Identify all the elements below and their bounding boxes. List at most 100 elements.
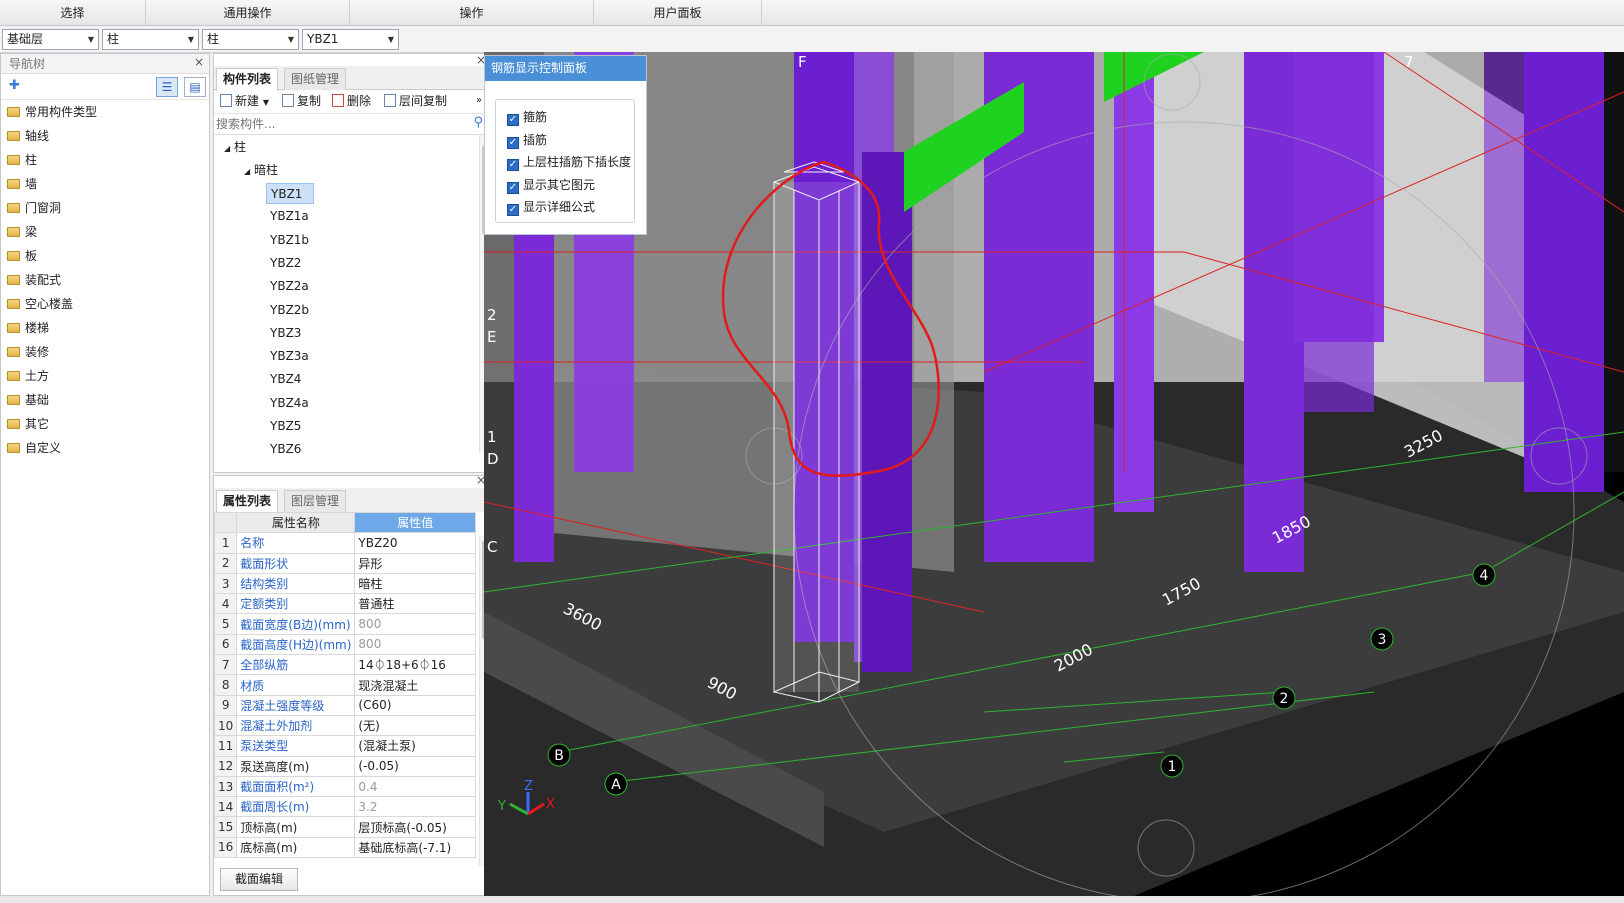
ribbon-tab-select[interactable]: 选择: [0, 0, 146, 26]
checkbox-checked-icon[interactable]: ✓: [507, 114, 519, 126]
more-icon[interactable]: »: [476, 90, 482, 112]
list-view-icon[interactable]: ☰: [156, 77, 178, 97]
delete-button[interactable]: 删除: [332, 90, 371, 112]
rebar-option-checkbox[interactable]: ✓ 插筋: [507, 130, 547, 150]
tab-component-list[interactable]: 构件列表: [216, 68, 279, 91]
component-item[interactable]: YBZ4: [266, 369, 305, 390]
component-item[interactable]: YBZ2: [266, 253, 305, 274]
component-item[interactable]: YBZ4a: [266, 393, 313, 414]
property-row[interactable]: 1 名称 YBZ20: [213, 532, 476, 554]
ribbon-tab-user-panel[interactable]: 用户面板: [594, 0, 762, 26]
section-edit-button[interactable]: 截面编辑: [220, 868, 298, 891]
property-value[interactable]: 异形: [354, 552, 476, 574]
tab-property-list[interactable]: 属性列表: [216, 490, 279, 513]
component-item[interactable]: YBZ1: [266, 183, 314, 204]
nav-item[interactable]: 装配式: [1, 268, 209, 292]
nav-item[interactable]: 装修: [1, 340, 209, 364]
folder-icon: [7, 443, 20, 453]
property-row[interactable]: 9 混凝土强度等级 (C60): [213, 694, 476, 716]
nav-item[interactable]: 墙: [1, 172, 209, 196]
rebar-option-checkbox[interactable]: ✓ 显示其它图元: [507, 175, 595, 195]
property-value[interactable]: 基础底标高(-7.1): [354, 836, 476, 859]
tree-group[interactable]: ◢ 暗柱: [244, 160, 278, 181]
property-name: 混凝土强度等级: [236, 694, 356, 716]
new-button[interactable]: 新建 ▼: [220, 90, 269, 112]
checkbox-checked-icon[interactable]: ✓: [507, 204, 519, 216]
status-bar: [0, 896, 1624, 903]
property-row[interactable]: 6 截面高度(H边)(mm) 800: [213, 633, 476, 656]
property-value[interactable]: YBZ20: [354, 532, 476, 554]
property-row[interactable]: 13 截面面积(m²) 0.4: [213, 775, 476, 798]
nav-item[interactable]: 梁: [1, 220, 209, 244]
nav-item[interactable]: 空心楼盖: [1, 292, 209, 316]
checkbox-checked-icon[interactable]: ✓: [507, 181, 519, 194]
floor-copy-button[interactable]: 层间复制: [384, 90, 447, 112]
property-row[interactable]: 15 顶标高(m) 层顶标高(-0.05): [213, 816, 476, 838]
property-value[interactable]: (-0.05): [354, 755, 476, 777]
property-value[interactable]: 暗柱: [354, 572, 476, 595]
search-input[interactable]: [216, 115, 466, 133]
component-item[interactable]: YBZ6: [266, 439, 305, 460]
nav-item[interactable]: 轴线: [1, 124, 209, 148]
property-value[interactable]: 0.4: [354, 775, 476, 798]
property-value[interactable]: 800: [354, 613, 476, 635]
property-value[interactable]: (混凝土泵): [354, 735, 476, 757]
property-row[interactable]: 14 截面周长(m) 3.2: [213, 796, 476, 818]
tab-layer-manage[interactable]: 图层管理: [284, 490, 347, 512]
rebar-option-checkbox[interactable]: ✓ 显示详细公式: [507, 197, 595, 217]
property-row[interactable]: 7 全部纵筋 14⏀18+6⏀16: [213, 654, 476, 676]
property-row[interactable]: 3 结构类别 暗柱: [213, 572, 476, 595]
component-select[interactable]: YBZ1 ▼: [302, 29, 399, 50]
property-value[interactable]: (C60): [354, 694, 476, 716]
component-item[interactable]: YBZ3a: [266, 346, 313, 367]
component-item[interactable]: YBZ2a: [266, 276, 313, 297]
checkbox-checked-icon[interactable]: ✓: [507, 136, 519, 149]
component-item[interactable]: YBZ2b: [266, 300, 313, 321]
close-icon[interactable]: ×: [194, 55, 204, 69]
ribbon-tab-common[interactable]: 通用操作: [146, 0, 350, 26]
nav-item[interactable]: 板: [1, 244, 209, 268]
property-row[interactable]: 2 截面形状 异形: [213, 552, 476, 574]
property-value[interactable]: 层顶标高(-0.05): [354, 816, 476, 838]
property-value[interactable]: (无): [354, 714, 476, 737]
property-value[interactable]: 现浇混凝土: [354, 674, 476, 696]
property-row[interactable]: 8 材质 现浇混凝土: [213, 674, 476, 696]
property-row[interactable]: 12 泵送高度(m) (-0.05): [213, 755, 476, 777]
card-view-icon[interactable]: ▤: [184, 77, 206, 97]
property-value[interactable]: 14⏀18+6⏀16: [354, 654, 476, 676]
tab-drawing-manage[interactable]: 图纸管理: [284, 68, 347, 90]
property-row[interactable]: 11 泵送类型 (混凝土泵): [213, 735, 476, 757]
nav-item[interactable]: 楼梯: [1, 316, 209, 340]
3d-viewport[interactable]: F 7 2 E 1 D C B A 4 3 2 1 3600 900 2000 …: [484, 52, 1624, 896]
nav-item[interactable]: 基础: [1, 388, 209, 412]
row-number: 16: [213, 836, 238, 859]
component-item[interactable]: YBZ1b: [266, 230, 313, 251]
property-row[interactable]: 5 截面宽度(B边)(mm) 800: [213, 613, 476, 635]
property-value[interactable]: 3.2: [354, 796, 476, 818]
property-row[interactable]: 4 定额类别 普通柱: [213, 593, 476, 615]
ribbon-tab-operation[interactable]: 操作: [350, 0, 594, 26]
checkbox-checked-icon[interactable]: ✓: [507, 159, 519, 171]
nav-item[interactable]: 门窗洞: [1, 196, 209, 220]
component-item[interactable]: YBZ3: [266, 323, 305, 344]
tree-root[interactable]: ◢ 柱: [224, 137, 246, 158]
rebar-option-checkbox[interactable]: ✓ 箍筋: [507, 107, 547, 127]
nav-item[interactable]: 常用构件类型: [1, 100, 209, 124]
floor-select[interactable]: 基础层 ▼: [2, 29, 99, 50]
nav-item[interactable]: 柱: [1, 148, 209, 172]
search-icon[interactable]: ⚲: [473, 115, 483, 130]
subtype-select[interactable]: 柱 ▼: [202, 29, 299, 50]
component-item[interactable]: YBZ1a: [266, 206, 313, 227]
nav-item[interactable]: 其它: [1, 412, 209, 436]
copy-button[interactable]: 复制: [282, 90, 321, 112]
category-select[interactable]: 柱 ▼: [102, 29, 199, 50]
rebar-option-checkbox[interactable]: ✓ 上层柱插筋下插长度: [507, 152, 631, 172]
add-icon[interactable]: ✚: [9, 78, 20, 93]
property-value[interactable]: 普通柱: [354, 593, 476, 615]
property-row[interactable]: 10 混凝土外加剂 (无): [213, 714, 476, 737]
property-value[interactable]: 800: [354, 633, 476, 656]
component-item[interactable]: YBZ5: [266, 416, 305, 437]
nav-item[interactable]: 土方: [1, 364, 209, 388]
nav-item[interactable]: 自定义: [1, 436, 209, 460]
property-row[interactable]: 16 底标高(m) 基础底标高(-7.1): [213, 836, 476, 859]
